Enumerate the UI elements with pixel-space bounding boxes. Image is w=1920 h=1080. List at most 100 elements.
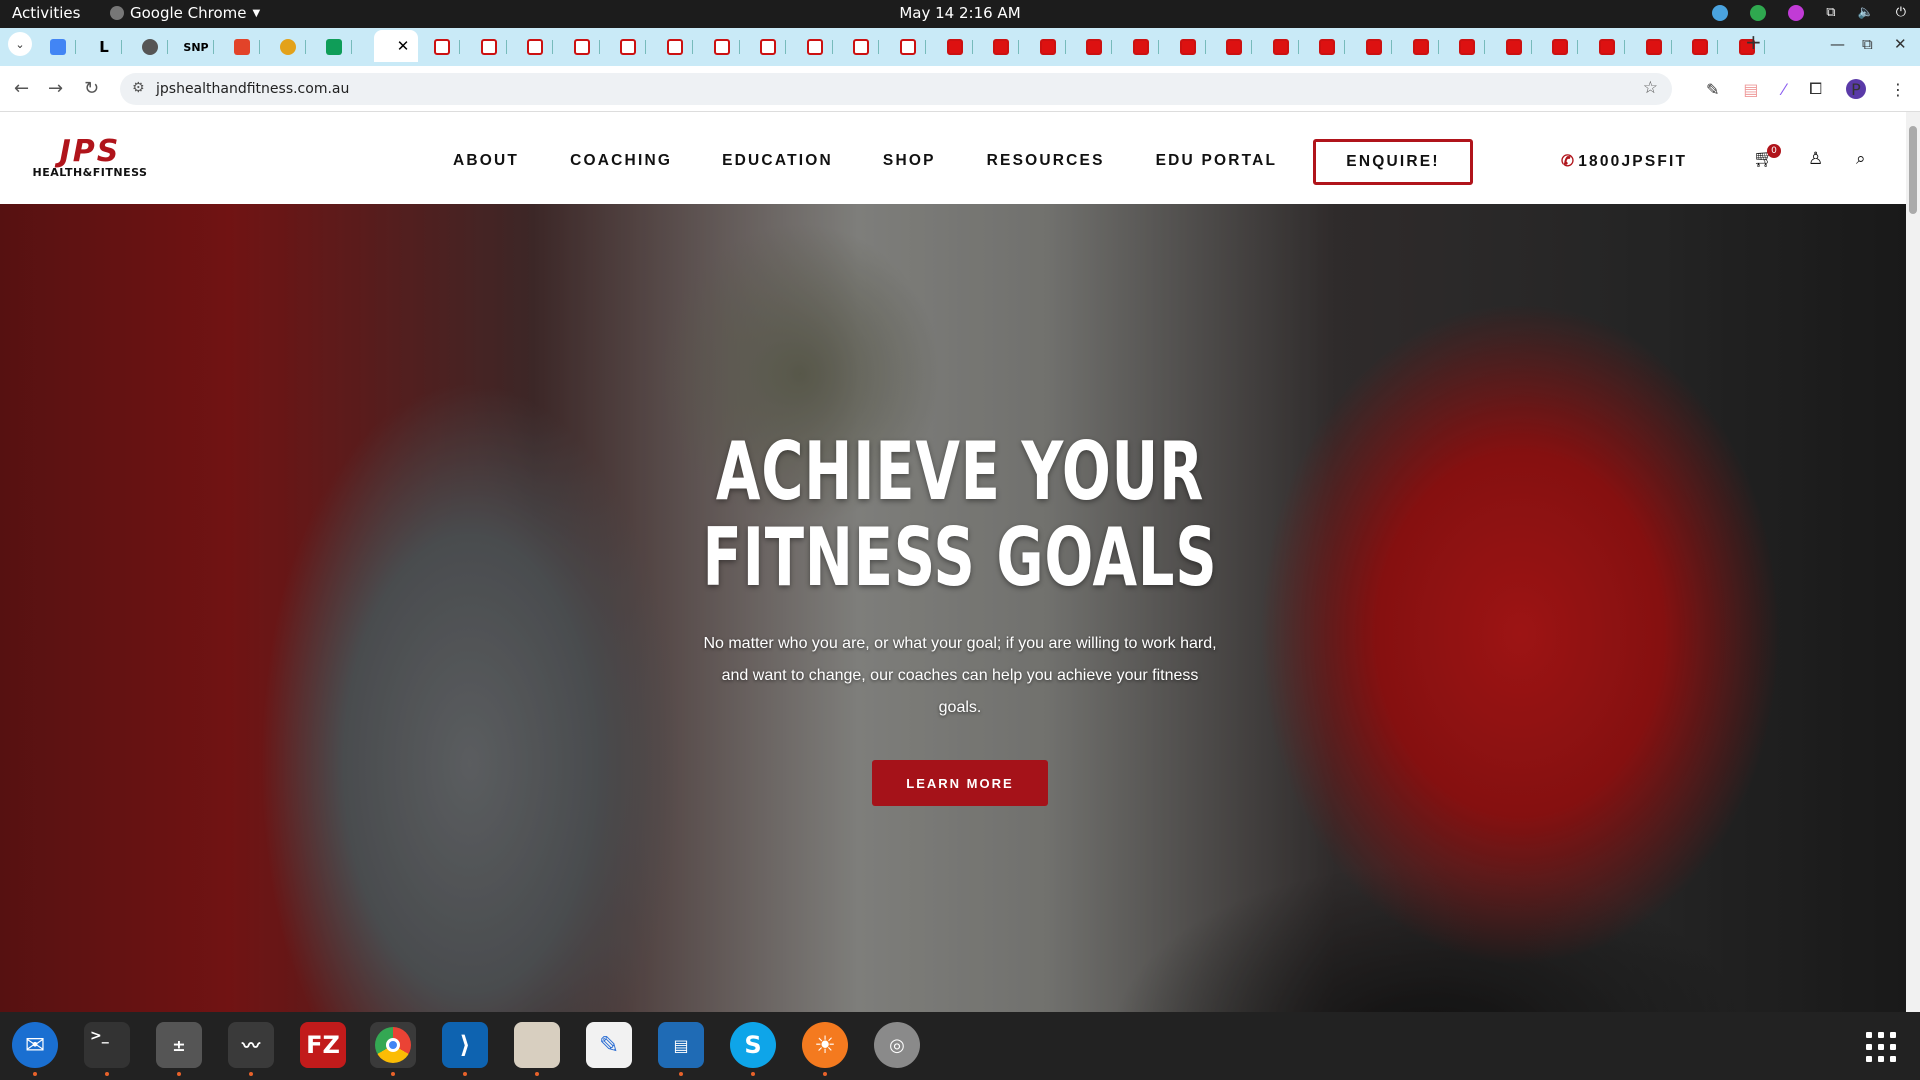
tab-docs[interactable] (40, 34, 76, 60)
nav-resources[interactable]: RESOURCES (987, 152, 1105, 170)
tab-jps-3[interactable] (517, 34, 554, 60)
calculator-icon[interactable]: ± (156, 1022, 202, 1076)
tab-jps-9[interactable] (797, 34, 833, 60)
nav-education[interactable]: EDUCATION (722, 152, 833, 170)
dock: ✉ >_ ± 〰 FZ ⟩ ✎ ▤ S ☀ ◎ (0, 1012, 1920, 1080)
tab-jps-17[interactable] (1170, 34, 1206, 60)
terminal-icon[interactable]: >_ (84, 1022, 130, 1076)
extensions-icon[interactable]: ⧠ (1809, 79, 1822, 99)
tab-jps-6[interactable] (657, 34, 693, 60)
system-monitor-icon[interactable]: 〰 (228, 1022, 274, 1076)
libreoffice-writer-icon[interactable]: ▤ (658, 1022, 704, 1076)
enquire-button[interactable]: ENQUIRE! (1313, 139, 1473, 185)
nav-shop[interactable]: SHOP (883, 152, 936, 170)
jps-favicon-icon (1039, 39, 1056, 55)
tab-jps-22[interactable] (1403, 34, 1439, 60)
site-logo[interactable]: JPS HEALTH&FITNESS (30, 137, 150, 180)
vpn-icon[interactable] (1712, 5, 1729, 21)
filezilla-icon[interactable]: FZ (300, 1022, 346, 1068)
nav-edu-portal[interactable]: EDU PORTAL (1156, 152, 1278, 170)
tab-jps-24[interactable] (1496, 34, 1532, 60)
jps-favicon-icon (853, 39, 870, 55)
tab-jps-12[interactable] (937, 34, 973, 60)
tab-strip: ⌄ L SNP ✕ + — ⧉ ✕ (0, 28, 1920, 66)
menu-kebab-icon[interactable]: ⋮ (1890, 80, 1906, 99)
eyedropper-icon[interactable]: ✎ (1706, 80, 1719, 99)
tab-jps-20[interactable] (1309, 34, 1346, 60)
tab-jps-10[interactable] (843, 34, 880, 60)
tab-jps-11[interactable] (890, 34, 926, 60)
learn-more-button[interactable]: LEARN MORE (872, 760, 1048, 806)
tab-jps-16[interactable] (1123, 34, 1159, 60)
tab-jps-15[interactable] (1076, 34, 1113, 60)
tab-fruit[interactable] (270, 34, 306, 60)
back-icon[interactable]: ← (14, 78, 29, 99)
tab-jps-4[interactable] (564, 34, 600, 60)
tab-jps-21[interactable] (1356, 34, 1392, 60)
restore-button[interactable]: ⧉ (1862, 35, 1873, 53)
page-scrollbar[interactable] (1906, 112, 1920, 1012)
chrome-icon[interactable] (370, 1022, 416, 1076)
tab-jps-26[interactable] (1589, 34, 1625, 60)
vscode-icon[interactable]: ⟩ (442, 1022, 488, 1076)
site-header: JPS HEALTH&FITNESS ABOUT COACHING EDUCAT… (0, 112, 1906, 204)
tab-jps-19[interactable] (1263, 34, 1299, 60)
pen-icon[interactable]: ⁄ (1783, 80, 1786, 99)
skype-icon[interactable]: S (730, 1022, 776, 1076)
phone-link[interactable]: ✆ 1800JPSFIT (1561, 152, 1687, 171)
tab-jps-14[interactable] (1030, 34, 1066, 60)
text-editor-icon[interactable]: ✎ (586, 1022, 632, 1068)
files-icon[interactable] (514, 1022, 560, 1076)
minimize-button[interactable]: — (1830, 35, 1845, 53)
forward-icon[interactable]: → (48, 78, 63, 99)
tab-gitlab[interactable] (224, 34, 260, 60)
window-close-button[interactable]: ✕ (1894, 35, 1907, 53)
color-app-icon[interactable] (1788, 5, 1805, 21)
bookmark-star-icon[interactable]: ☆ (1643, 78, 1658, 98)
close-icon[interactable]: ✕ (397, 37, 410, 55)
jps-favicon-icon (900, 39, 916, 55)
power-icon[interactable]: ⏻ (1896, 5, 1906, 21)
network-icon[interactable]: ⧉ (1826, 5, 1835, 21)
tab-jps-2[interactable] (471, 34, 507, 60)
tab-jps-5[interactable] (610, 34, 647, 60)
reload-icon[interactable]: ↻ (84, 78, 99, 99)
tab-snp-1[interactable]: SNP (178, 34, 214, 60)
check-icon[interactable] (1750, 5, 1767, 21)
tab-jps-23[interactable] (1449, 34, 1486, 60)
site-info-icon[interactable]: ⚙ (132, 80, 145, 96)
calendar-icon[interactable]: ▤ (1743, 80, 1758, 99)
url-text[interactable]: jpshealthandfitness.com.au (156, 81, 349, 97)
tab-jps-27[interactable] (1636, 34, 1672, 60)
nav-about[interactable]: ABOUT (453, 152, 519, 170)
main-nav: ABOUT COACHING EDUCATION SHOP RESOURCES … (453, 152, 1277, 170)
hero-background-photo (0, 204, 1906, 1012)
hero-title-line2: FITNESS GOALS (702, 511, 1218, 604)
tab-jps-28[interactable] (1682, 34, 1719, 60)
thunderbird-icon[interactable]: ✉ (12, 1022, 58, 1076)
profile-avatar[interactable]: P (1846, 79, 1866, 99)
tab-globe[interactable] (132, 34, 168, 60)
tab-search-button[interactable]: ⌄ (8, 32, 32, 56)
tab-l[interactable]: L (86, 34, 122, 60)
app-grid-icon[interactable] (1866, 1032, 1896, 1062)
tab-jps-7[interactable] (704, 34, 740, 60)
clock[interactable]: May 14 2:16 AM (0, 4, 1920, 22)
disk-utility-icon[interactable]: ◎ (874, 1022, 920, 1068)
tab-sheets[interactable] (316, 34, 352, 60)
system-tray[interactable]: ⧉ 🔈 ⏻ (1712, 5, 1906, 21)
scrollbar-thumb[interactable] (1909, 126, 1917, 214)
tab-jps-25[interactable] (1542, 34, 1579, 60)
new-tab-button[interactable]: + (1745, 30, 1762, 54)
tab-jps-13[interactable] (983, 34, 1020, 60)
volume-icon[interactable]: 🔈 (1858, 5, 1874, 21)
tab-active-jps[interactable]: ✕ (374, 30, 418, 62)
nav-coaching[interactable]: COACHING (570, 152, 672, 170)
firefox-icon[interactable]: ☀ (802, 1022, 848, 1076)
tab-jps-8[interactable] (750, 34, 787, 60)
user-icon[interactable]: ♙ (1808, 149, 1823, 169)
tab-jps-1[interactable] (424, 34, 460, 60)
tab-jps-18[interactable] (1216, 34, 1253, 60)
search-icon[interactable]: ⌕ (1856, 149, 1866, 169)
address-bar[interactable]: ⚙ jpshealthandfitness.com.au ☆ (120, 73, 1672, 105)
